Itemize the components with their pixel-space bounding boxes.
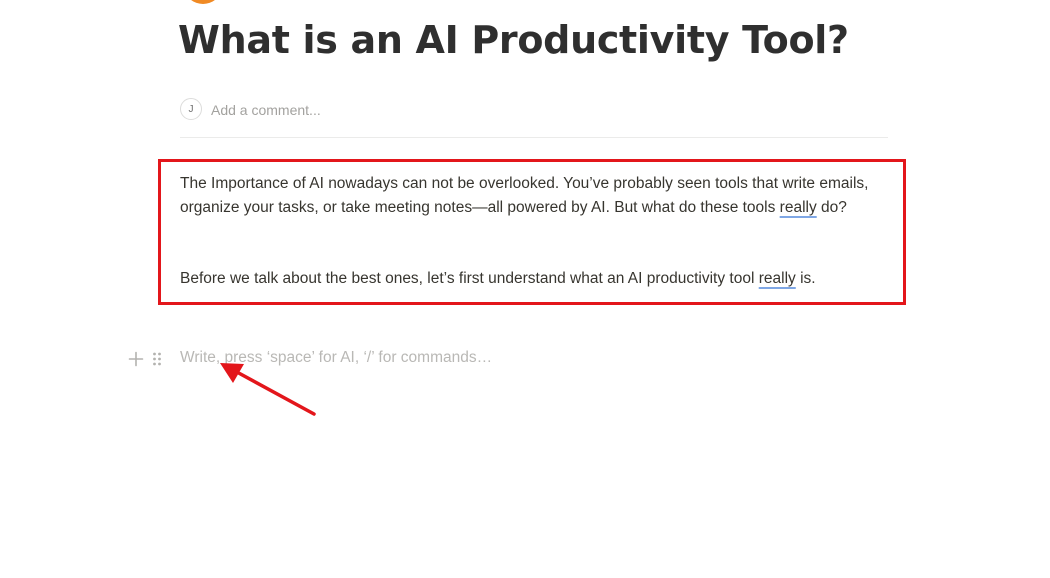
paragraph-block[interactable]: The Importance of AI nowadays can not be…: [180, 172, 892, 220]
block-controls: [128, 348, 162, 370]
spellcheck-flagged-word[interactable]: really: [780, 199, 817, 216]
paragraph-block[interactable]: Before we talk about the best ones, let’…: [180, 267, 892, 291]
drag-handle-icon[interactable]: [152, 351, 162, 367]
paragraph-text: Before we talk about the best ones, let’…: [180, 270, 759, 287]
empty-block-placeholder[interactable]: Write, press ‘space’ for AI, ‘/’ for com…: [180, 349, 492, 367]
paragraph-text: is.: [795, 270, 816, 287]
page-title[interactable]: What is an AI Productivity Tool?: [178, 18, 849, 62]
user-avatar[interactable]: J: [180, 98, 202, 120]
add-comment-input[interactable]: Add a comment...: [211, 102, 321, 118]
paragraph-text: The Importance of AI nowadays can not be…: [180, 175, 869, 216]
paragraph-text: do?: [816, 199, 847, 216]
comment-row: J Add a comment...: [180, 97, 888, 138]
page-emoji-icon[interactable]: [186, 0, 220, 4]
spellcheck-flagged-word[interactable]: really: [759, 270, 796, 287]
plus-icon[interactable]: [128, 351, 144, 367]
